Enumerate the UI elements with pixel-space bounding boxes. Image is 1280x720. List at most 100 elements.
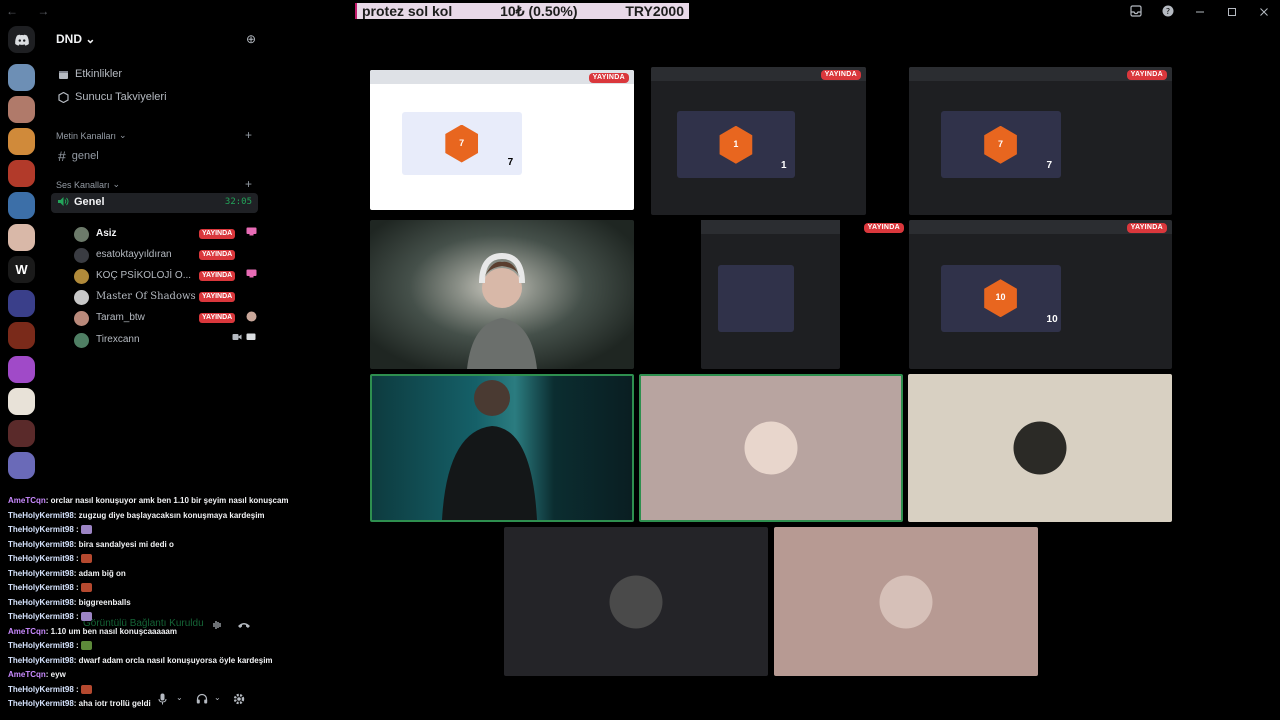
nav-arrows[interactable]: ← → — [6, 4, 57, 18]
participant-tile[interactable] — [504, 527, 768, 676]
chat-username: AmeTCqn — [8, 496, 46, 505]
voice-member[interactable]: Asiz YAYINDA — [74, 226, 259, 243]
participant-tile[interactable] — [774, 527, 1038, 676]
ticker-goal: TRY2000 — [625, 3, 684, 19]
add-text-channel-icon[interactable]: + — [245, 128, 252, 142]
inbox-icon[interactable] — [1120, 4, 1152, 20]
chat-message: TheHolyKermit98 : — [8, 641, 92, 651]
chat-message: TheHolyKermit98: zugzug diye başlayacaks… — [8, 511, 265, 520]
voice-member[interactable]: KOÇ PSİKOLOJİ O... YAYINDA — [74, 268, 259, 285]
server-icon[interactable] — [8, 64, 35, 91]
live-badge: YAYINDA — [1126, 70, 1167, 80]
server-icon[interactable] — [8, 224, 35, 251]
voice-timer: 32:05 — [224, 197, 252, 207]
server-icon[interactable] — [8, 452, 35, 479]
boosts-link[interactable]: Sunucu Takviyeleri — [58, 91, 167, 103]
server-icon[interactable] — [8, 322, 35, 349]
screen-share-tile[interactable]: 10 10 YAYINDA — [909, 220, 1172, 369]
calendar-icon — [59, 70, 68, 79]
ticker-item: protez sol kol — [362, 3, 453, 19]
voice-member[interactable]: Tirexcann — [74, 332, 259, 349]
member-name: Taram_btw — [96, 312, 145, 323]
member-name: esatoktayyıldıran — [96, 249, 172, 260]
d20-value: 10 — [995, 292, 1006, 303]
channel-genel[interactable]: # genel — [58, 148, 99, 164]
chat-text: : — [73, 684, 81, 694]
chat-message: TheHolyKermit98: bira sandalyesi mi dedi… — [8, 540, 174, 549]
participant-tile[interactable] — [639, 374, 903, 522]
chat-username: TheHolyKermit98 — [8, 568, 74, 578]
speaker-icon — [57, 196, 69, 210]
chevron-down-icon: ⌄ — [85, 32, 96, 46]
server-icon[interactable] — [8, 356, 35, 383]
live-badge: YAYINDA — [820, 70, 861, 80]
chat-message: TheHolyKermit98: dwarf adam orcla nasıl … — [8, 656, 273, 665]
server-name-label: DND — [56, 32, 82, 46]
chat-message: TheHolyKermit98 : — [8, 554, 92, 564]
live-badge: YAYINDA — [588, 73, 629, 83]
chat-username: TheHolyKermit98 — [8, 583, 74, 592]
voice-category-label: Ses Kanalları — [56, 179, 110, 190]
chat-message: TheHolyKermit98: biggreenballs — [8, 598, 131, 607]
maximize-icon[interactable] — [1216, 5, 1248, 20]
boosts-label: Sunucu Takviyeleri — [75, 91, 167, 103]
voice-category[interactable]: Ses Kanalları ⌄ — [56, 179, 120, 190]
chat-text: : — [73, 612, 81, 621]
screen-share-tile[interactable]: 1 1 YAYINDA — [651, 67, 866, 215]
screen-share-tile[interactable]: 7 7 YAYINDA — [909, 67, 1172, 215]
avatar — [74, 311, 89, 326]
svg-text:?: ? — [1166, 7, 1170, 16]
voice-channel-genel[interactable]: Genel 32:05 — [51, 193, 258, 213]
ticker-amount: 10₺ (0.50%) — [500, 3, 578, 19]
chat-message: TheHolyKermit98: aha iotr trollü geldi — [8, 699, 151, 708]
member-name: Tirexcann — [96, 334, 140, 345]
chat-message: AmeTCqn: orclar nasıl konuşuyor amk ben … — [8, 496, 289, 505]
voice-member[interactable]: Taram_btw YAYINDA — [74, 310, 259, 327]
folder-icon[interactable] — [8, 290, 35, 317]
server-icon-w[interactable]: W — [8, 256, 35, 283]
close-icon[interactable] — [1248, 5, 1280, 20]
voice-member[interactable]: Master Of Shadows YAYINDA — [74, 289, 259, 306]
server-name[interactable]: DND ⌄ — [56, 32, 95, 46]
d20-value: 7 — [459, 137, 465, 148]
events-link[interactable]: Etkinlikler — [58, 68, 122, 80]
voice-member[interactable]: esatoktayyıldıran YAYINDA — [74, 247, 259, 264]
title-bar: ← → protez sol kol 10₺ (0.50%) TRY2000 ? — [0, 0, 1280, 24]
camera-icon — [232, 333, 242, 343]
screen-share-tile[interactable]: YAYINDA — [701, 220, 904, 369]
live-badge: YAYINDA — [199, 313, 236, 323]
avatar — [74, 227, 89, 242]
text-category[interactable]: Metin Kanalları ⌄ — [56, 130, 127, 141]
boost-icon — [58, 91, 69, 103]
invite-icon[interactable]: ⊕ — [246, 32, 256, 46]
screen-share-tile[interactable]: 7 7 YAYINDA — [370, 70, 634, 210]
chat-username: TheHolyKermit98 — [8, 684, 74, 694]
camera-tile[interactable] — [370, 374, 634, 522]
chat-message: TheHolyKermit98 : — [8, 583, 92, 593]
emote-icon — [80, 554, 92, 564]
camera-tile[interactable] — [370, 220, 634, 369]
chat-message: TheHolyKermit98 : — [8, 685, 92, 694]
help-icon[interactable]: ? — [1152, 5, 1184, 20]
chat-text: : dwarf adam orcla nasıl konuşuyorsa öyl… — [73, 655, 273, 665]
server-icon[interactable] — [8, 420, 35, 447]
avatar-icon — [246, 311, 257, 324]
server-icon[interactable] — [8, 128, 35, 155]
server-icon[interactable] — [8, 192, 35, 219]
server-icon[interactable] — [8, 388, 35, 415]
add-voice-channel-icon[interactable]: + — [245, 177, 252, 191]
live-badge: YAYINDA — [199, 229, 236, 239]
discord-home-icon[interactable] — [8, 26, 35, 53]
window-controls: ? — [1120, 0, 1280, 24]
chat-message: TheHolyKermit98 : — [8, 612, 92, 622]
chat-text: : 1.10 um ben nasıl konuşcaaaaam — [45, 626, 177, 636]
hash-icon: # — [58, 148, 66, 164]
stream-chat-overlay: AmeTCqn: orclar nasıl konuşuyor amk ben … — [0, 482, 289, 712]
server-icon[interactable] — [8, 160, 35, 187]
server-icon[interactable] — [8, 96, 35, 123]
screen-share-icon — [246, 227, 257, 238]
participant-tile[interactable] — [908, 374, 1172, 522]
chevron-down-icon: ⌄ — [112, 179, 121, 189]
minimize-icon[interactable] — [1184, 5, 1216, 20]
chat-text: : eyw — [45, 670, 66, 679]
